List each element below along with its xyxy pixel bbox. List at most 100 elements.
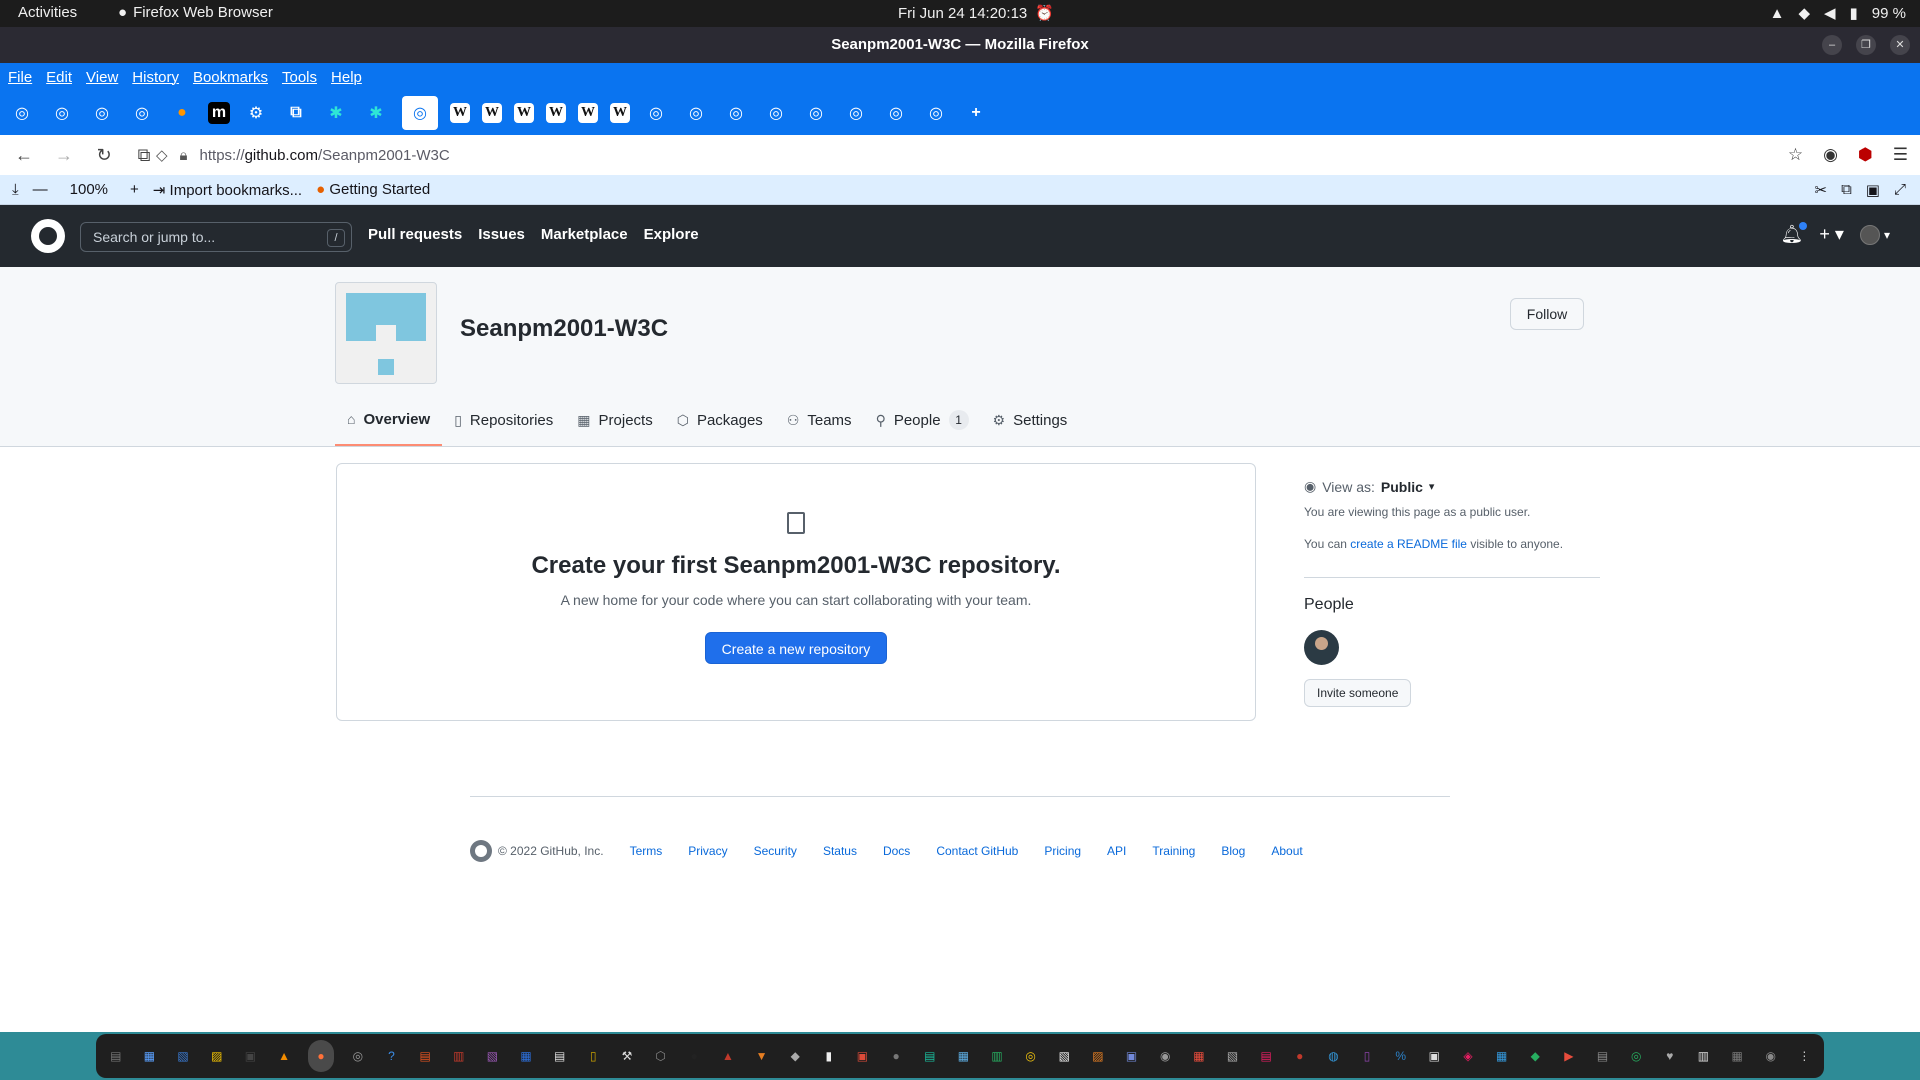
downloads-icon[interactable]: ⤓: [12, 181, 19, 198]
zoom-in-icon[interactable]: +: [130, 181, 139, 198]
dock-app-icon[interactable]: ◍: [1324, 1044, 1344, 1068]
dock-app-icon[interactable]: ▧: [1223, 1044, 1243, 1068]
dock-app-icon[interactable]: ▤: [550, 1044, 570, 1068]
reload-icon[interactable]: ↻: [92, 145, 116, 166]
dock-app-icon[interactable]: ⚒: [617, 1044, 637, 1068]
dock-app-icon[interactable]: ●: [684, 1044, 704, 1068]
footer-link-status[interactable]: Status: [823, 844, 857, 858]
menu-view[interactable]: View: [86, 69, 118, 86]
system-tray[interactable]: ▲ ◆ ◀ ▮ 99 %: [1770, 4, 1906, 23]
github-icon[interactable]: ◎: [802, 99, 830, 127]
dock-app-icon[interactable]: ▣: [241, 1044, 261, 1068]
dock-app-icon[interactable]: ▯: [1357, 1044, 1377, 1068]
gitlab-icon[interactable]: ✱: [322, 99, 350, 127]
dock-app-icon[interactable]: ▥: [987, 1044, 1007, 1068]
footer-link-blog[interactable]: Blog: [1221, 844, 1245, 858]
member-avatar[interactable]: [1304, 630, 1339, 665]
github-icon[interactable]: ◎: [128, 99, 156, 127]
menu-history[interactable]: History: [132, 69, 179, 86]
bookmark-star-icon[interactable]: ☆: [1788, 145, 1803, 165]
github-icon[interactable]: ◎: [722, 99, 750, 127]
dock-app-icon[interactable]: ◆: [785, 1044, 805, 1068]
zoom-out-icon[interactable]: —: [33, 181, 48, 198]
wikipedia-icon[interactable]: W: [482, 103, 502, 123]
cut-icon[interactable]: ✂: [1815, 181, 1828, 199]
pocket-icon[interactable]: ◉: [1823, 145, 1838, 165]
copy-icon[interactable]: ⧉: [1841, 181, 1852, 199]
footer-link-pricing[interactable]: Pricing: [1044, 844, 1081, 858]
fullscreen-icon[interactable]: ⤢: [1894, 181, 1906, 199]
getting-started-bookmark[interactable]: ● Getting Started: [316, 181, 430, 198]
puzzle-icon[interactable]: ⧉: [282, 99, 310, 127]
dock-app-icon[interactable]: ⋮: [1795, 1044, 1815, 1068]
restore-icon[interactable]: ❐: [1856, 35, 1876, 55]
create-repository-button[interactable]: Create a new repository: [705, 632, 887, 664]
github-icon[interactable]: ◎: [642, 99, 670, 127]
wikipedia-icon[interactable]: W: [450, 103, 470, 123]
dock-app-icon[interactable]: ▤: [415, 1044, 435, 1068]
tab-people[interactable]: ⚲ People 1: [864, 394, 981, 446]
url-bar[interactable]: ◇ 🔒︎ https:// github.com /Seanpm2001-W3C…: [156, 139, 1920, 171]
github-icon[interactable]: ◎: [762, 99, 790, 127]
footer-link-training[interactable]: Training: [1152, 844, 1195, 858]
dock-app-icon[interactable]: ▤: [1256, 1044, 1276, 1068]
dock-app-icon[interactable]: ◉: [1761, 1044, 1781, 1068]
activities-button[interactable]: Activities: [18, 4, 77, 21]
dock-app-icon[interactable]: ▧: [173, 1044, 193, 1068]
dock-app-icon[interactable]: ●: [886, 1044, 906, 1068]
dock-app-icon[interactable]: ▼: [752, 1044, 772, 1068]
app-menu[interactable]: ● Firefox Web Browser: [118, 4, 273, 21]
menu-tools[interactable]: Tools: [282, 69, 317, 86]
dock-app-icon[interactable]: ▲: [718, 1044, 738, 1068]
footer-link-about[interactable]: About: [1271, 844, 1302, 858]
dock-app-icon[interactable]: ▦: [1189, 1044, 1209, 1068]
dock-app-icon[interactable]: ▤: [920, 1044, 940, 1068]
tab-teams[interactable]: ⚇ Teams: [775, 394, 864, 446]
hamburger-menu-icon[interactable]: ☰: [1893, 145, 1908, 165]
invite-someone-button[interactable]: Invite someone: [1304, 679, 1412, 707]
dock-app-icon[interactable]: ◎: [1626, 1044, 1646, 1068]
footer-link-contact[interactable]: Contact GitHub: [936, 844, 1018, 858]
dock-app-icon[interactable]: ▣: [1425, 1044, 1445, 1068]
import-bookmarks[interactable]: ⇥ Import bookmarks...: [153, 181, 302, 199]
extensions-icon[interactable]: ⧉: [132, 145, 156, 166]
create-readme-link[interactable]: create a README file: [1350, 537, 1467, 551]
dock-app-icon[interactable]: ◎: [348, 1044, 368, 1068]
lock-icon[interactable]: 🔒︎: [180, 147, 188, 164]
github-icon[interactable]: ◎: [402, 96, 438, 130]
github-mark-icon[interactable]: [470, 840, 492, 862]
wikipedia-icon[interactable]: W: [514, 103, 534, 123]
tab-projects[interactable]: ▦ Projects: [565, 394, 664, 446]
dock-app-icon[interactable]: ♥: [1660, 1044, 1680, 1068]
github-icon[interactable]: ◎: [682, 99, 710, 127]
create-new-plus-icon[interactable]: + ▾: [1819, 224, 1844, 245]
gitlab-icon[interactable]: ✱: [362, 99, 390, 127]
dock-app-icon[interactable]: ⬡: [651, 1044, 671, 1068]
github-icon[interactable]: ◎: [88, 99, 116, 127]
nav-pull-requests[interactable]: Pull requests: [368, 226, 462, 243]
tab-settings[interactable]: ⚙ Settings: [981, 394, 1080, 446]
github-icon[interactable]: ◎: [842, 99, 870, 127]
dock-app-icon[interactable]: ▣: [853, 1044, 873, 1068]
back-icon[interactable]: ←: [12, 145, 36, 166]
dock-app-icon[interactable]: ▯: [584, 1044, 604, 1068]
dock-app-icon[interactable]: ▦: [1492, 1044, 1512, 1068]
github-icon[interactable]: ◎: [922, 99, 950, 127]
github-icon[interactable]: ◎: [882, 99, 910, 127]
github-logo-icon[interactable]: [31, 219, 65, 253]
nav-issues[interactable]: Issues: [478, 226, 525, 243]
dock-app-icon[interactable]: ▶: [1559, 1044, 1579, 1068]
footer-link-security[interactable]: Security: [754, 844, 797, 858]
dock-app-icon[interactable]: ▦: [140, 1044, 160, 1068]
dock-app-icon[interactable]: ▤: [1593, 1044, 1613, 1068]
paste-icon[interactable]: ▣: [1866, 181, 1880, 199]
menu-help[interactable]: Help: [331, 69, 362, 86]
dock-app-icon[interactable]: ▦: [1727, 1044, 1747, 1068]
user-menu[interactable]: ▾: [1859, 224, 1890, 245]
forward-icon[interactable]: →: [52, 145, 76, 166]
dock-app-icon[interactable]: ?: [382, 1044, 402, 1068]
menu-edit[interactable]: Edit: [46, 69, 72, 86]
menu-file[interactable]: File: [8, 69, 32, 86]
dock-app-icon[interactable]: %: [1391, 1044, 1411, 1068]
dock-app-icon[interactable]: ▥: [449, 1044, 469, 1068]
